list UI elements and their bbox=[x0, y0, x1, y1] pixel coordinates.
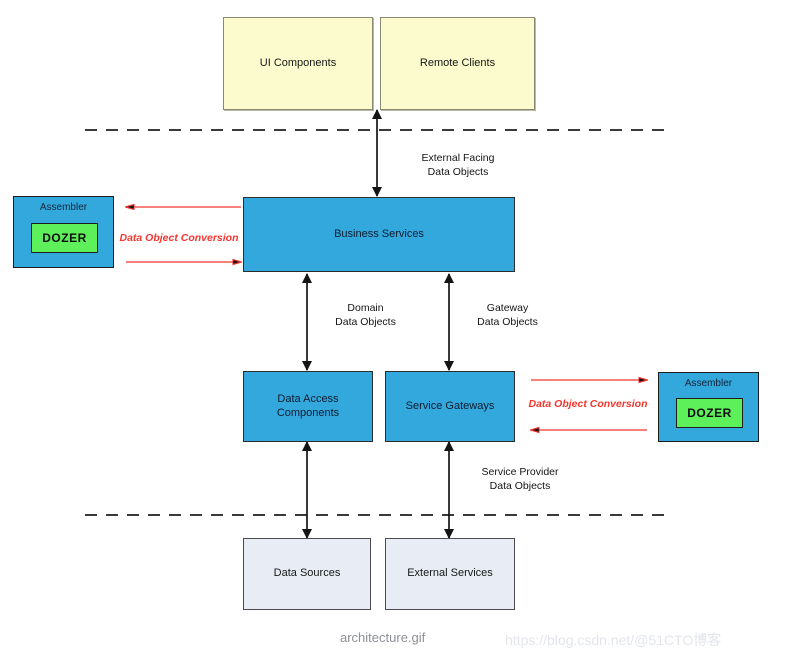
assembler-right[interactable]: Assembler DOZER bbox=[658, 372, 759, 442]
label-service-provider-data-objects: Service Provider Data Objects bbox=[481, 466, 559, 493]
node-external-services-label: External Services bbox=[407, 567, 493, 580]
image-file-name: architecture.gif bbox=[340, 630, 426, 645]
assembler-left[interactable]: Assembler DOZER bbox=[13, 196, 114, 268]
node-data-access-components[interactable]: Data Access Components bbox=[243, 371, 373, 442]
label-gateway-data-objects: Gateway Data Objects bbox=[477, 302, 538, 329]
node-ui-components-label: UI Components bbox=[259, 56, 337, 69]
node-service-gateways[interactable]: Service Gateways bbox=[385, 371, 515, 442]
assembler-left-dozer[interactable]: DOZER bbox=[31, 223, 98, 253]
assembler-left-title: Assembler bbox=[39, 202, 88, 213]
watermark-text: https://blog.csdn.net/@51CTO博客 bbox=[505, 632, 722, 648]
node-remote-clients-label: Remote Clients bbox=[419, 56, 496, 69]
label-domain-data-objects: Domain Data Objects bbox=[335, 302, 396, 329]
assembler-right-title: Assembler bbox=[684, 378, 733, 389]
node-data-sources[interactable]: Data Sources bbox=[243, 538, 371, 610]
label-right-data-object-conversion: Data Object Conversion bbox=[528, 398, 648, 410]
architecture-diagram: UI Components Remote Clients External Fa… bbox=[0, 0, 789, 659]
node-data-access-components-label: Data Access Components bbox=[276, 392, 340, 419]
label-left-data-object-conversion: Data Object Conversion bbox=[119, 232, 239, 244]
node-business-services[interactable]: Business Services bbox=[243, 197, 515, 272]
node-data-sources-label: Data Sources bbox=[273, 567, 341, 580]
label-external-facing-data-objects: External Facing Data Objects bbox=[421, 152, 495, 179]
assembler-right-dozer[interactable]: DOZER bbox=[676, 398, 743, 428]
node-business-services-label: Business Services bbox=[334, 227, 424, 240]
node-service-gateways-label: Service Gateways bbox=[405, 399, 495, 412]
node-external-services[interactable]: External Services bbox=[385, 538, 515, 610]
node-ui-components[interactable]: UI Components bbox=[223, 17, 373, 110]
assembler-right-dozer-label: DOZER bbox=[687, 406, 732, 420]
assembler-left-dozer-label: DOZER bbox=[42, 231, 87, 245]
node-remote-clients[interactable]: Remote Clients bbox=[380, 17, 535, 110]
